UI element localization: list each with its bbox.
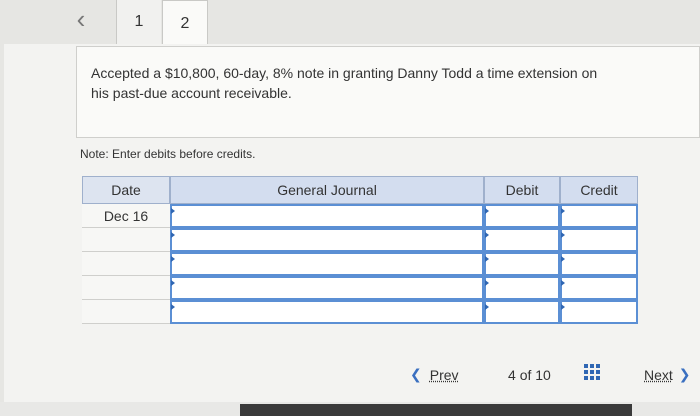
next-label: Next: [644, 366, 673, 383]
row-date: Dec 16: [82, 204, 170, 228]
debit-input[interactable]: [484, 252, 560, 276]
chevron-left-icon: ❮: [410, 366, 422, 382]
taskbar-strip: [240, 404, 632, 416]
instruction-note: Note: Enter debits before credits.: [80, 147, 256, 161]
credit-input[interactable]: [560, 276, 638, 300]
debit-input[interactable]: [484, 204, 560, 228]
question-tab-strip: ‹ 1 2: [0, 0, 700, 47]
account-input[interactable]: [170, 228, 484, 252]
header-credit: Credit: [560, 176, 638, 204]
account-input[interactable]: [170, 300, 484, 324]
prev-label: Prev: [429, 366, 459, 383]
question-box: Accepted a $10,800, 60-day, 8% note in g…: [76, 46, 700, 138]
back-chevron-icon[interactable]: ‹: [66, 4, 96, 34]
page-of: of: [519, 367, 532, 383]
debit-input[interactable]: [484, 300, 560, 324]
journal-row: [82, 252, 638, 276]
row-date: [82, 300, 170, 324]
header-date: Date: [82, 176, 170, 204]
navigation-footer: ❮ Prev 4 of 10 Next ❯: [0, 356, 700, 396]
page-current: 4: [508, 367, 516, 383]
next-button[interactable]: Next ❯: [644, 366, 691, 383]
journal-row: [82, 228, 638, 252]
journal-header-row: Date General Journal Debit Credit: [82, 176, 638, 204]
tab-part-1[interactable]: 1: [116, 0, 161, 44]
debit-input[interactable]: [484, 228, 560, 252]
tab-label: 1: [134, 13, 144, 30]
header-debit: Debit: [484, 176, 560, 204]
row-date: [82, 252, 170, 276]
account-input[interactable]: [170, 276, 484, 300]
row-date: [82, 228, 170, 252]
prev-button[interactable]: ❮ Prev: [410, 366, 459, 383]
journal-row: [82, 276, 638, 300]
journal-row: Dec 16: [82, 204, 638, 228]
credit-input[interactable]: [560, 228, 638, 252]
credit-input[interactable]: [560, 300, 638, 324]
debit-input[interactable]: [484, 276, 560, 300]
tab-label: 2: [180, 15, 190, 32]
account-input[interactable]: [170, 204, 484, 228]
tab-part-2[interactable]: 2: [162, 0, 208, 47]
header-general-journal: General Journal: [170, 176, 484, 204]
chevron-right-icon: ❯: [678, 366, 691, 382]
grid-icon[interactable]: [584, 364, 600, 380]
general-journal-table: Date General Journal Debit Credit Dec 16: [82, 176, 638, 326]
journal-row: [82, 300, 638, 324]
credit-input[interactable]: [560, 204, 638, 228]
credit-input[interactable]: [560, 252, 638, 276]
page-counter: 4 of 10: [508, 367, 551, 383]
page-total: 10: [535, 367, 551, 383]
row-date: [82, 276, 170, 300]
question-text: Accepted a $10,800, 60-day, 8% note in g…: [91, 65, 598, 101]
account-input[interactable]: [170, 252, 484, 276]
